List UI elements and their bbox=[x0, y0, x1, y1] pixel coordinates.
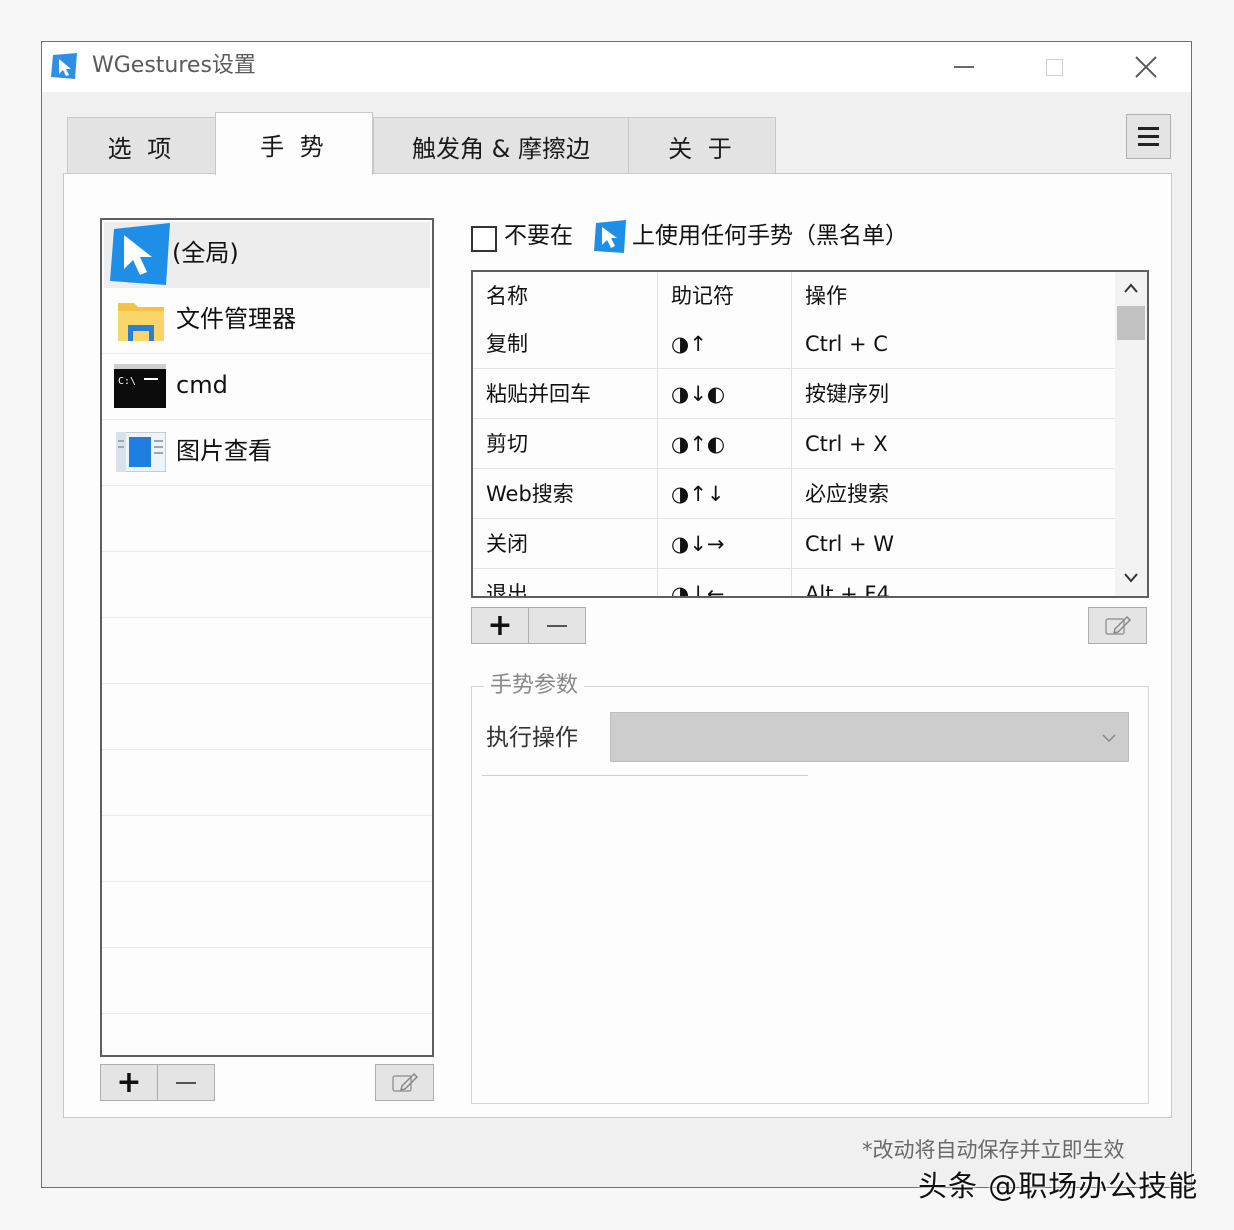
minus-icon bbox=[176, 1081, 196, 1084]
chevron-down-icon[interactable] bbox=[1123, 572, 1139, 584]
close-button[interactable] bbox=[1101, 42, 1191, 92]
tab-label: 手 势 bbox=[260, 132, 328, 161]
chevron-up-icon[interactable] bbox=[1123, 282, 1139, 294]
minus-icon bbox=[547, 624, 567, 627]
add-app-button[interactable]: + bbox=[100, 1064, 158, 1101]
empty-list-row bbox=[102, 486, 432, 552]
cursor-app-icon bbox=[110, 223, 170, 285]
gesture-action: Ctrl + X bbox=[805, 432, 888, 456]
gesture-table: 名称 助记符 操作 复制 ◑↑ Ctrl + C 粘贴并回车 ◑↓◐ 按键序列 … bbox=[471, 270, 1149, 598]
execute-action-label: 执行操作 bbox=[486, 725, 578, 751]
tab-label: 关 于 bbox=[668, 134, 736, 163]
row-divider bbox=[473, 518, 1115, 519]
empty-list-row bbox=[102, 816, 432, 882]
column-divider bbox=[657, 272, 658, 596]
empty-list-row bbox=[102, 552, 432, 618]
gesture-action: 必应搜索 bbox=[805, 482, 889, 506]
column-header-mnemonic[interactable]: 助记符 bbox=[671, 281, 734, 311]
tab-options[interactable]: 选 项 bbox=[67, 117, 216, 174]
wgestures-logo-icon bbox=[51, 53, 77, 79]
blacklist-checkbox[interactable] bbox=[471, 226, 497, 252]
empty-list-row bbox=[102, 684, 432, 750]
column-header-action[interactable]: 操作 bbox=[805, 281, 847, 311]
svg-text:C:\: C:\ bbox=[118, 376, 136, 387]
gesture-mnemonic: ◑↓← bbox=[671, 582, 725, 598]
remove-gesture-button[interactable] bbox=[528, 607, 586, 644]
gesture-name: 粘贴并回车 bbox=[486, 382, 591, 406]
tab-about[interactable]: 关 于 bbox=[628, 117, 776, 174]
gesture-name: 剪切 bbox=[486, 432, 528, 456]
chevron-down-icon bbox=[1102, 734, 1116, 743]
gesture-name: Web搜索 bbox=[486, 482, 574, 506]
add-gesture-button[interactable]: + bbox=[471, 607, 529, 644]
tab-gestures[interactable]: 手 势 bbox=[215, 112, 373, 175]
list-item-file-manager[interactable]: 文件管理器 bbox=[102, 288, 432, 354]
remove-app-button[interactable] bbox=[157, 1064, 215, 1101]
column-divider bbox=[791, 272, 792, 596]
gesture-mnemonic: ◑↑ bbox=[671, 332, 707, 356]
settings-window: WGestures设置 选 项 手 势 触发角 & 摩擦边 关 于 (全局) 文… bbox=[41, 41, 1192, 1188]
minimize-icon bbox=[954, 66, 974, 68]
maximize-button[interactable] bbox=[1009, 42, 1099, 92]
row-divider bbox=[473, 468, 1115, 469]
gestures-tab-panel: (全局) 文件管理器 C:\ cmd 图片查看 + 不要在 上使用任何手势（黑名… bbox=[63, 173, 1172, 1118]
edit-app-button[interactable] bbox=[375, 1064, 434, 1101]
row-divider bbox=[473, 568, 1115, 569]
list-item-cmd[interactable]: C:\ cmd bbox=[102, 354, 432, 420]
gesture-mnemonic: ◑↓◐ bbox=[671, 382, 726, 406]
folder-icon bbox=[118, 303, 164, 341]
edit-pencil-icon bbox=[391, 1072, 418, 1092]
empty-list-row bbox=[102, 882, 432, 948]
window-title: WGestures设置 bbox=[92, 53, 256, 78]
column-header-name[interactable]: 名称 bbox=[486, 281, 528, 311]
cmd-terminal-icon: C:\ bbox=[114, 364, 166, 408]
gesture-action: Ctrl + W bbox=[805, 532, 895, 556]
gesture-name: 退出 bbox=[486, 582, 528, 598]
gesture-mnemonic: ◑↓→ bbox=[671, 532, 725, 556]
app-label: (全局) bbox=[172, 239, 239, 267]
gesture-name: 复制 bbox=[486, 332, 528, 356]
list-item-global[interactable]: (全局) bbox=[104, 222, 430, 288]
empty-list-row bbox=[102, 948, 432, 1014]
tab-hot-corners[interactable]: 触发角 & 摩擦边 bbox=[373, 117, 629, 174]
app-list[interactable]: (全局) 文件管理器 C:\ cmd 图片查看 bbox=[100, 218, 434, 1057]
close-icon bbox=[1135, 56, 1157, 78]
table-scrollbar[interactable] bbox=[1115, 272, 1147, 596]
plus-icon: + bbox=[116, 1064, 142, 1100]
blacklist-text-before: 不要在 bbox=[504, 223, 573, 249]
minimize-button[interactable] bbox=[919, 42, 1009, 92]
tab-label: 触发角 & 摩擦边 bbox=[412, 134, 590, 163]
row-divider bbox=[473, 368, 1115, 369]
edit-pencil-icon bbox=[1104, 615, 1131, 635]
watermark-text: 头条 @职场办公技能 bbox=[918, 1169, 1199, 1203]
app-label: 文件管理器 bbox=[176, 305, 296, 333]
maximize-icon bbox=[1045, 58, 1063, 76]
autosave-note: *改动将自动保存并立即生效 bbox=[862, 1138, 1125, 1162]
empty-list-row bbox=[102, 1014, 432, 1055]
tab-label: 选 项 bbox=[107, 134, 176, 163]
gesture-mnemonic: ◑↑↓ bbox=[671, 482, 725, 506]
list-item-image-viewer[interactable]: 图片查看 bbox=[102, 420, 432, 486]
image-viewer-icon bbox=[116, 432, 166, 472]
cursor-app-icon bbox=[594, 220, 626, 253]
gesture-params-legend: 手势参数 bbox=[484, 671, 585, 701]
gesture-action: Ctrl + C bbox=[805, 332, 888, 356]
gesture-mnemonic: ◑↑◐ bbox=[671, 432, 726, 456]
empty-list-row bbox=[102, 618, 432, 684]
menu-button[interactable] bbox=[1126, 114, 1171, 159]
empty-list-row bbox=[102, 750, 432, 816]
scrollbar-thumb[interactable] bbox=[1117, 306, 1145, 340]
edit-gesture-button[interactable] bbox=[1088, 607, 1147, 644]
gesture-name: 关闭 bbox=[486, 532, 528, 556]
app-label: 图片查看 bbox=[176, 437, 272, 465]
app-label: cmd bbox=[176, 371, 228, 399]
execute-action-select[interactable] bbox=[610, 712, 1129, 762]
plus-icon: + bbox=[487, 607, 513, 643]
gesture-action: Alt + F4 bbox=[805, 582, 890, 598]
gesture-action: 按键序列 bbox=[805, 382, 889, 406]
title-bar[interactable]: WGestures设置 bbox=[42, 42, 1191, 92]
blacklist-text-after: 上使用任何手势（黑名单） bbox=[632, 223, 908, 249]
params-divider bbox=[482, 775, 808, 776]
row-divider bbox=[473, 418, 1115, 419]
